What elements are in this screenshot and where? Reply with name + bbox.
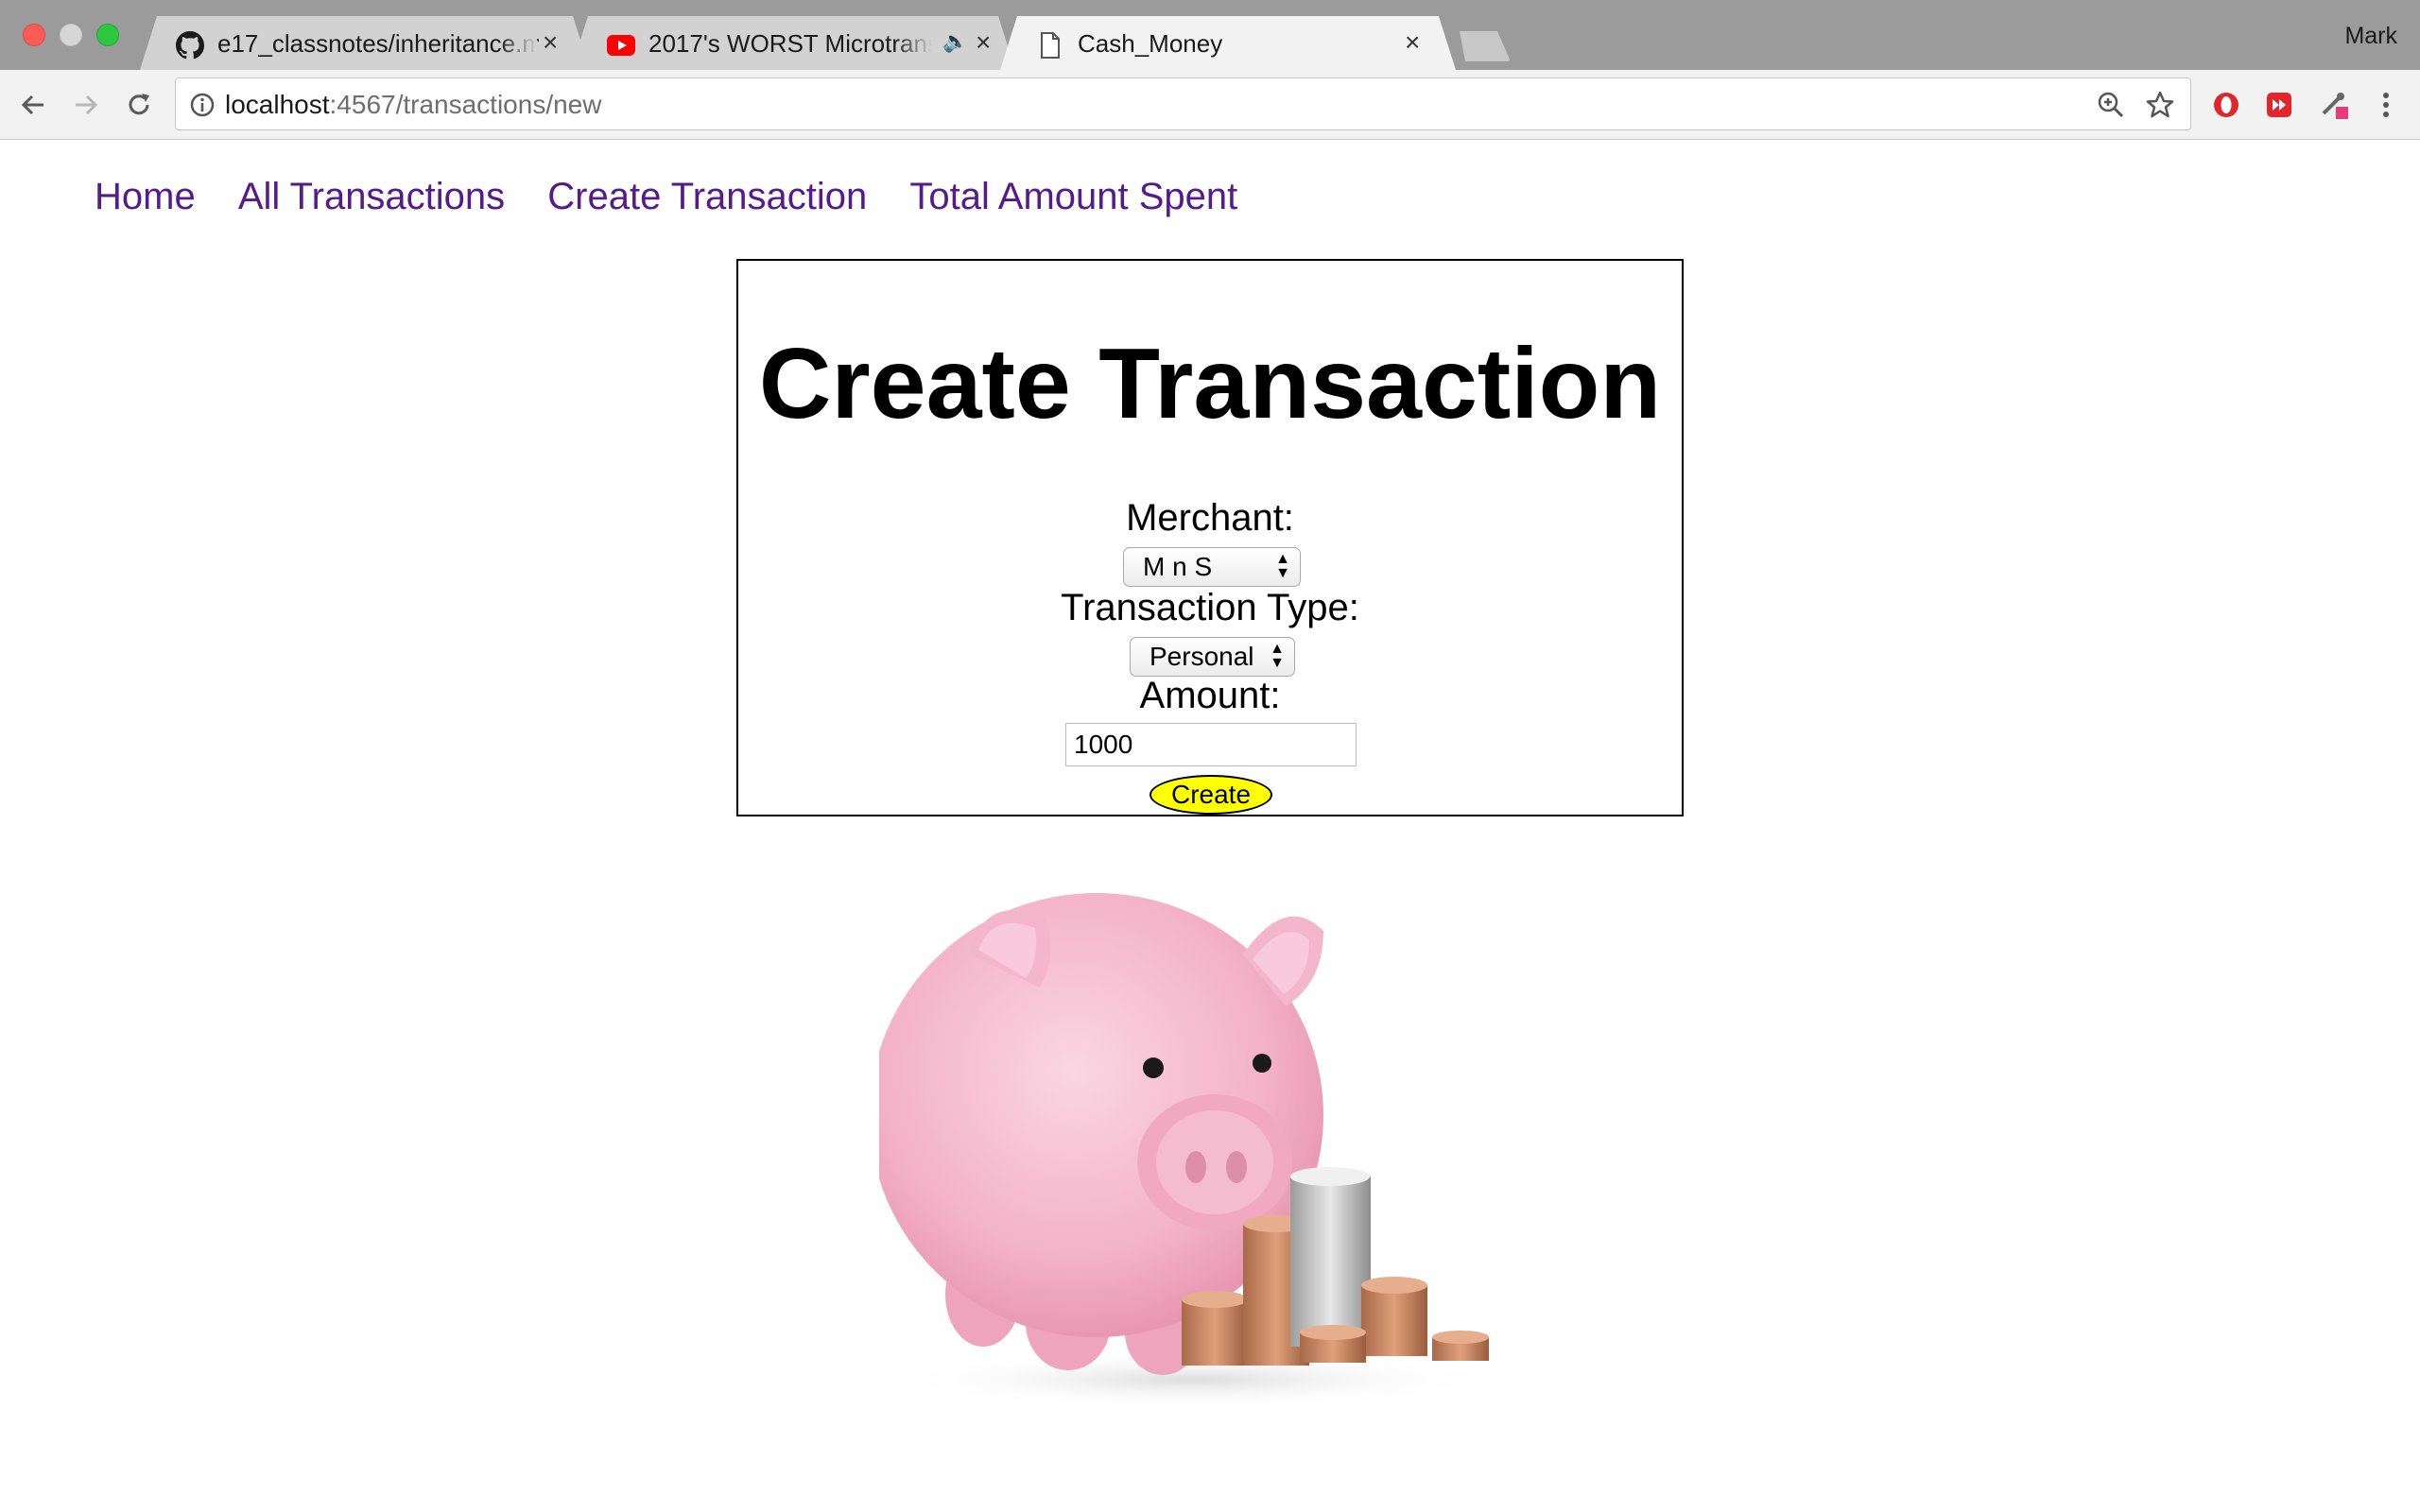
address-bar[interactable]: localhost:4567/transactions/new [175, 77, 2191, 130]
merchant-select[interactable]: M n S ▲ ▼ [1123, 547, 1301, 587]
close-window-button[interactable] [23, 24, 45, 46]
transaction-type-select[interactable]: Personal ▲ ▼ [1130, 637, 1295, 677]
nav-link-total-amount-spent[interactable]: Total Amount Spent [909, 176, 1237, 217]
transaction-type-label: Transaction Type: [1061, 587, 1359, 628]
tab-title: e17_classnotes/inheritance.md [217, 29, 539, 58]
document-icon [1036, 31, 1064, 60]
close-tab-icon[interactable]: × [543, 27, 558, 58]
url-text[interactable]: localhost:4567/transactions/new [225, 90, 601, 120]
amount-input[interactable]: 1000 [1065, 723, 1357, 766]
main-nav: Home All Transactions Create Transaction… [95, 176, 1270, 218]
tab-title: 2017's WORST Microtransactions [648, 29, 932, 58]
create-button[interactable]: Create [1150, 775, 1272, 815]
opera-extension-icon[interactable] [2208, 87, 2244, 123]
minimize-window-button[interactable] [60, 24, 82, 46]
browser-toolbar: localhost:4567/transactions/new [0, 70, 2420, 140]
back-arrow-icon[interactable] [15, 87, 51, 123]
select-arrows-icon: ▲ ▼ [1275, 551, 1290, 581]
profile-name[interactable]: Mark [2344, 23, 2397, 50]
piggy-bank-image [879, 893, 1494, 1408]
transaction-type-selected-value: Personal [1150, 642, 1254, 671]
merchant-label: Merchant: [1126, 497, 1294, 539]
fast-forward-extension-icon[interactable] [2261, 87, 2297, 123]
new-tab-button[interactable] [1452, 31, 1511, 61]
tab-title: Cash_Money [1078, 29, 1223, 58]
close-tab-icon[interactable]: × [976, 27, 991, 58]
bookmark-star-icon[interactable] [2145, 90, 2175, 125]
youtube-icon [607, 31, 635, 60]
maximize-window-button[interactable] [96, 24, 119, 46]
nav-link-home[interactable]: Home [95, 176, 196, 217]
forward-arrow-icon[interactable] [68, 87, 104, 123]
eyedropper-extension-icon[interactable] [2316, 87, 2352, 123]
merchant-selected-value: M n S [1143, 552, 1213, 581]
github-icon [176, 31, 204, 60]
page-title: Create Transaction [758, 328, 1662, 439]
nav-link-create-transaction[interactable]: Create Transaction [547, 176, 867, 217]
browser-tab-github[interactable]: e17_classnotes/inheritance.md × [140, 16, 590, 70]
create-transaction-form: Create Transaction Merchant: M n S ▲ ▼ Tr… [736, 259, 1684, 816]
menu-dots-icon[interactable] [2368, 87, 2404, 123]
close-tab-icon[interactable]: × [1405, 27, 1420, 58]
zoom-icon[interactable] [2096, 90, 2126, 125]
browser-tabstrip: e17_classnotes/inheritance.md × 2017's W… [0, 0, 2420, 70]
speaker-icon[interactable]: 🔈 [942, 29, 968, 54]
browser-tab-active[interactable]: Cash_Money × [1000, 16, 1456, 70]
nav-link-all-transactions[interactable]: All Transactions [238, 176, 505, 217]
info-icon[interactable] [189, 92, 216, 123]
select-arrows-icon: ▲ ▼ [1270, 641, 1285, 671]
browser-tab-youtube[interactable]: 2017's WORST Microtransactions 🔈 × [571, 16, 1015, 70]
reload-icon[interactable] [121, 87, 157, 123]
amount-label: Amount: [1139, 675, 1281, 716]
